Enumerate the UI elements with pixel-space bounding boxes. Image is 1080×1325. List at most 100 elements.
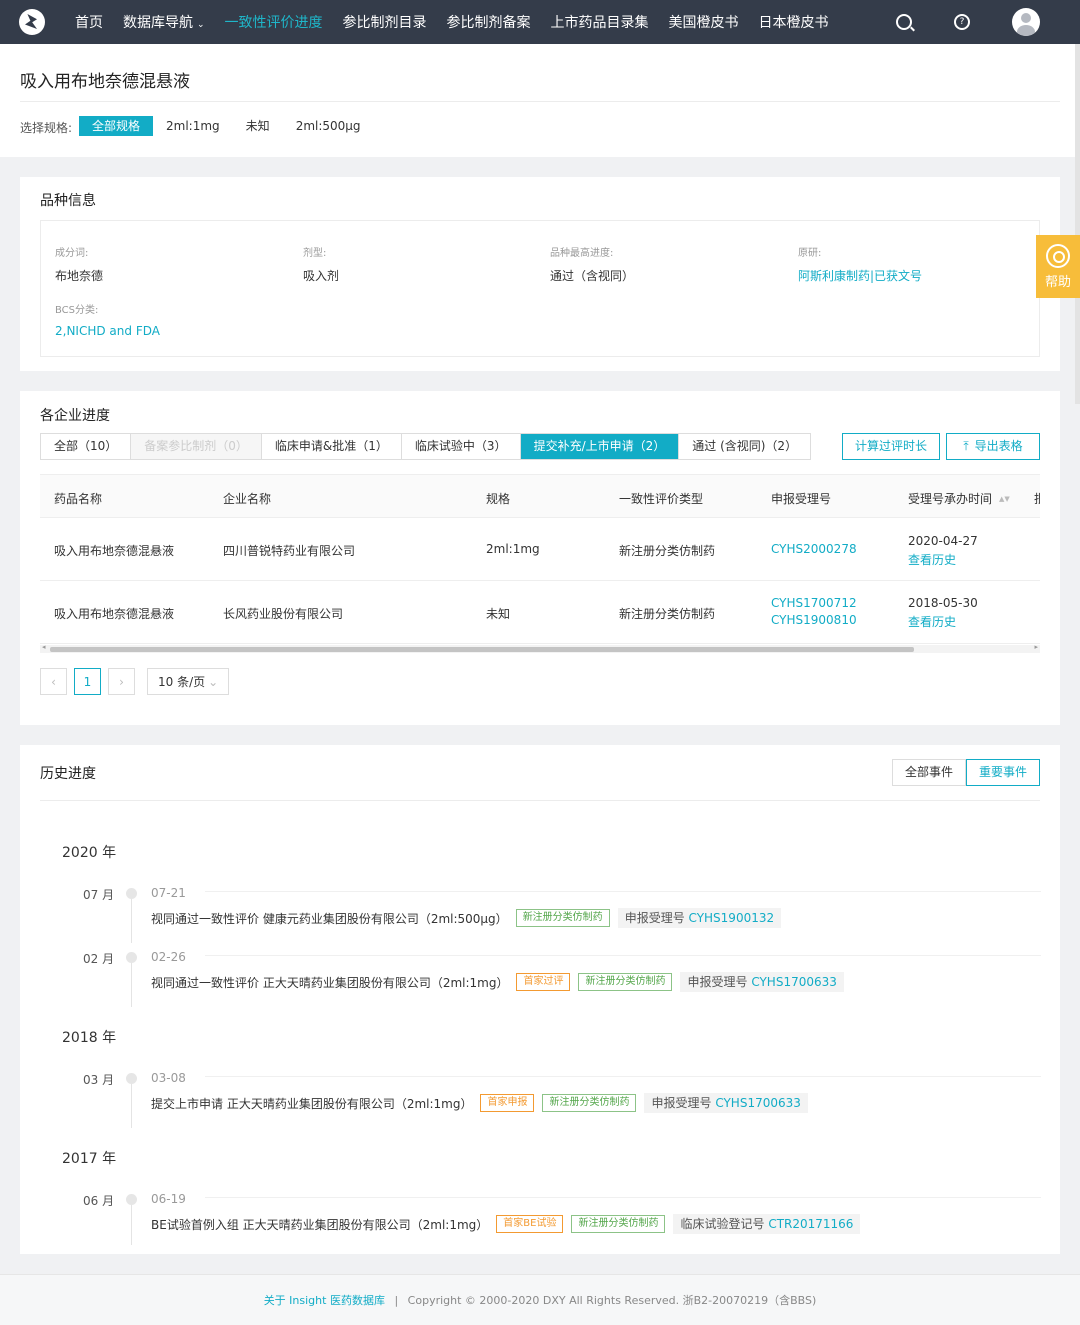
- month-label: 02 月: [83, 952, 115, 966]
- info-label: 剂型:: [303, 248, 327, 259]
- tab-all[interactable]: 全部（10）: [41, 434, 132, 459]
- page-size-select[interactable]: 10 条/页 ⌄: [147, 668, 230, 695]
- spec-option-2ml-500ug[interactable]: 2ml:500μg: [283, 116, 374, 136]
- nav-consistency-progress[interactable]: 一致性评价进度: [225, 12, 323, 32]
- view-history-link[interactable]: 查看历史: [908, 551, 956, 568]
- enterprise-progress-title: 各企业进度: [40, 408, 110, 424]
- variety-info-title: 品种信息: [40, 193, 96, 209]
- pagination: ‹ 1 › 10 条/页 ⌄: [40, 668, 230, 695]
- filter-important-events-button[interactable]: 重要事件: [965, 759, 1040, 786]
- reg-code-link[interactable]: CTR20171166: [768, 1217, 853, 1231]
- table-header: 药品名称 企业名称 规格 一致性评价类型 申报受理号 受理号承办时间 ▲▼ 批: [40, 474, 1040, 518]
- nav-marketed-drugs[interactable]: 上市药品目录集: [551, 12, 649, 32]
- reg-code-link[interactable]: CYHS1700633: [715, 1096, 801, 1110]
- timeline-dot: [126, 1073, 137, 1084]
- tag-first-be-trial: 首家BE试验: [496, 1215, 564, 1233]
- event-text: 视同通过一致性评价 健康元药业集团股份有限公司（2ml:500μg）: [151, 911, 508, 926]
- nav-reference-catalog[interactable]: 参比制剂目录: [343, 12, 427, 32]
- export-icon: ⤒: [963, 439, 969, 453]
- help-button[interactable]: 帮助: [1036, 235, 1080, 298]
- spec-option-2ml-1mg[interactable]: 2ml:1mg: [153, 116, 233, 136]
- reg-label: 临床试验登记号: [680, 1217, 765, 1231]
- cell-date: 2020-04-27: [908, 534, 978, 548]
- month-label: 07 月: [83, 888, 115, 902]
- originator-link[interactable]: 阿斯利康制药|已获文号: [798, 267, 922, 284]
- horizontal-scrollbar[interactable]: ◂ ▸: [40, 643, 1040, 653]
- next-page-button[interactable]: ›: [108, 668, 135, 695]
- tab-market-application[interactable]: 提交补充/上市申请（2）: [520, 434, 680, 459]
- year-label: 2018 年: [62, 1030, 117, 1046]
- tab-reference-filing: 备案参比制剂（0）: [131, 434, 262, 459]
- timeline-line: [131, 1205, 132, 1245]
- application-no-link[interactable]: CYHS2000278: [771, 542, 857, 556]
- cell-drug: 吸入用布地奈德混悬液: [54, 607, 175, 621]
- scroll-right-icon[interactable]: ▸: [1034, 643, 1038, 651]
- reg-code-link[interactable]: CYHS1700633: [751, 975, 837, 989]
- info-value: 布地奈德: [55, 269, 104, 283]
- nav-database[interactable]: 数据库导航 ⌄: [123, 12, 205, 32]
- event-row: 视同通过一致性评价 健康元药业集团股份有限公司（2ml:500μg） 新注册分类…: [151, 908, 782, 928]
- event-text: BE试验首例入组 正大天晴药业集团股份有限公司（2ml:1mg）: [151, 1217, 489, 1232]
- calc-duration-button[interactable]: 计算过评时长: [842, 433, 940, 460]
- cell-date: 2018-05-30: [908, 596, 978, 610]
- nav-reference-filing[interactable]: 参比制剂备案: [447, 12, 531, 32]
- col-accept-date-label: 受理号承办时间: [908, 492, 993, 506]
- info-label: 成分词:: [55, 248, 89, 259]
- col-spec: 规格: [486, 492, 511, 506]
- info-value: 吸入剂: [303, 269, 340, 283]
- cell-drug: 吸入用布地奈德混悬液: [54, 544, 175, 558]
- info-ingredient: 成分词: 布地奈德: [55, 244, 103, 284]
- scroll-left-icon[interactable]: ◂: [42, 643, 46, 651]
- nav-database-label: 数据库导航: [123, 15, 193, 31]
- event-date: 07-21: [151, 886, 186, 900]
- cell-company: 长风药业股份有限公司: [223, 607, 344, 621]
- tag-generic-category: 新注册分类仿制药: [542, 1094, 637, 1112]
- tab-clinical-application[interactable]: 临床申请&批准（1）: [261, 434, 402, 459]
- nav-home[interactable]: 首页: [75, 12, 103, 32]
- spec-option-all[interactable]: 全部规格: [79, 116, 154, 136]
- tab-passed[interactable]: 通过 (含视同)（2）: [679, 434, 811, 459]
- event-divider: [205, 955, 1041, 956]
- tag-generic-category: 新注册分类仿制药: [578, 973, 673, 991]
- info-value: 通过（含视同）: [550, 269, 635, 283]
- year-label: 2017 年: [62, 1151, 117, 1167]
- copyright-text: Copyright © 2000-2020 DXY All Rights Res…: [407, 1294, 817, 1307]
- col-accept-date[interactable]: 受理号承办时间 ▲▼: [908, 490, 1010, 507]
- progress-table: 药品名称 企业名称 规格 一致性评价类型 申报受理号 受理号承办时间 ▲▼ 批 吸…: [40, 474, 1040, 654]
- help-circle-icon[interactable]: ?: [954, 14, 970, 30]
- avatar[interactable]: [1012, 8, 1040, 36]
- tag-generic-category: 新注册分类仿制药: [515, 909, 610, 927]
- timeline-line: [131, 899, 132, 943]
- timeline-dot: [126, 888, 137, 899]
- filter-all-events-button[interactable]: 全部事件: [891, 759, 966, 786]
- event-registration: 申报受理号 CYHS1700633: [644, 1093, 808, 1113]
- application-no-link[interactable]: CYHS1900810: [771, 613, 857, 627]
- sort-icon[interactable]: ▲▼: [999, 496, 1010, 503]
- tab-clinical-trial[interactable]: 临床试验中（3）: [401, 434, 521, 459]
- info-label: BCS分类:: [55, 305, 99, 316]
- view-history-link[interactable]: 查看历史: [908, 613, 956, 630]
- info-label: 原研:: [798, 248, 822, 259]
- search-icon[interactable]: [896, 14, 912, 30]
- application-no-link[interactable]: CYHS1700712: [771, 596, 857, 610]
- page-1-button[interactable]: 1: [74, 668, 101, 695]
- export-button[interactable]: ⤒ 导出表格: [946, 433, 1040, 460]
- col-company: 企业名称: [223, 492, 272, 506]
- event-date: 02-26: [151, 950, 186, 964]
- about-link[interactable]: 关于 Insight 医药数据库: [264, 1294, 385, 1307]
- logo-icon[interactable]: [19, 9, 45, 35]
- reg-code-link[interactable]: CYHS1900132: [689, 911, 775, 925]
- info-bcs: BCS分类: 2,NICHD and FDA: [55, 301, 160, 338]
- page-scrollbar[interactable]: [1075, 44, 1080, 404]
- nav-us-orange-book[interactable]: 美国橙皮书: [669, 12, 739, 32]
- scroll-thumb[interactable]: [50, 647, 914, 652]
- spec-option-unknown[interactable]: 未知: [233, 116, 283, 136]
- prev-page-button[interactable]: ‹: [40, 668, 67, 695]
- export-label: 导出表格: [974, 439, 1023, 453]
- timeline-dot: [126, 952, 137, 963]
- event-text: 视同通过一致性评价 正大天晴药业集团股份有限公司（2ml:1mg）: [151, 975, 509, 990]
- nav-jp-orange-book[interactable]: 日本橙皮书: [759, 12, 829, 32]
- bcs-link[interactable]: 2,NICHD and FDA: [55, 324, 160, 338]
- variety-info-box: 成分词: 布地奈德 剂型: 吸入剂 品种最高进度: 通过（含视同） 原研: 阿斯…: [40, 220, 1040, 357]
- page-title: 吸入用布地奈德混悬液: [20, 72, 190, 92]
